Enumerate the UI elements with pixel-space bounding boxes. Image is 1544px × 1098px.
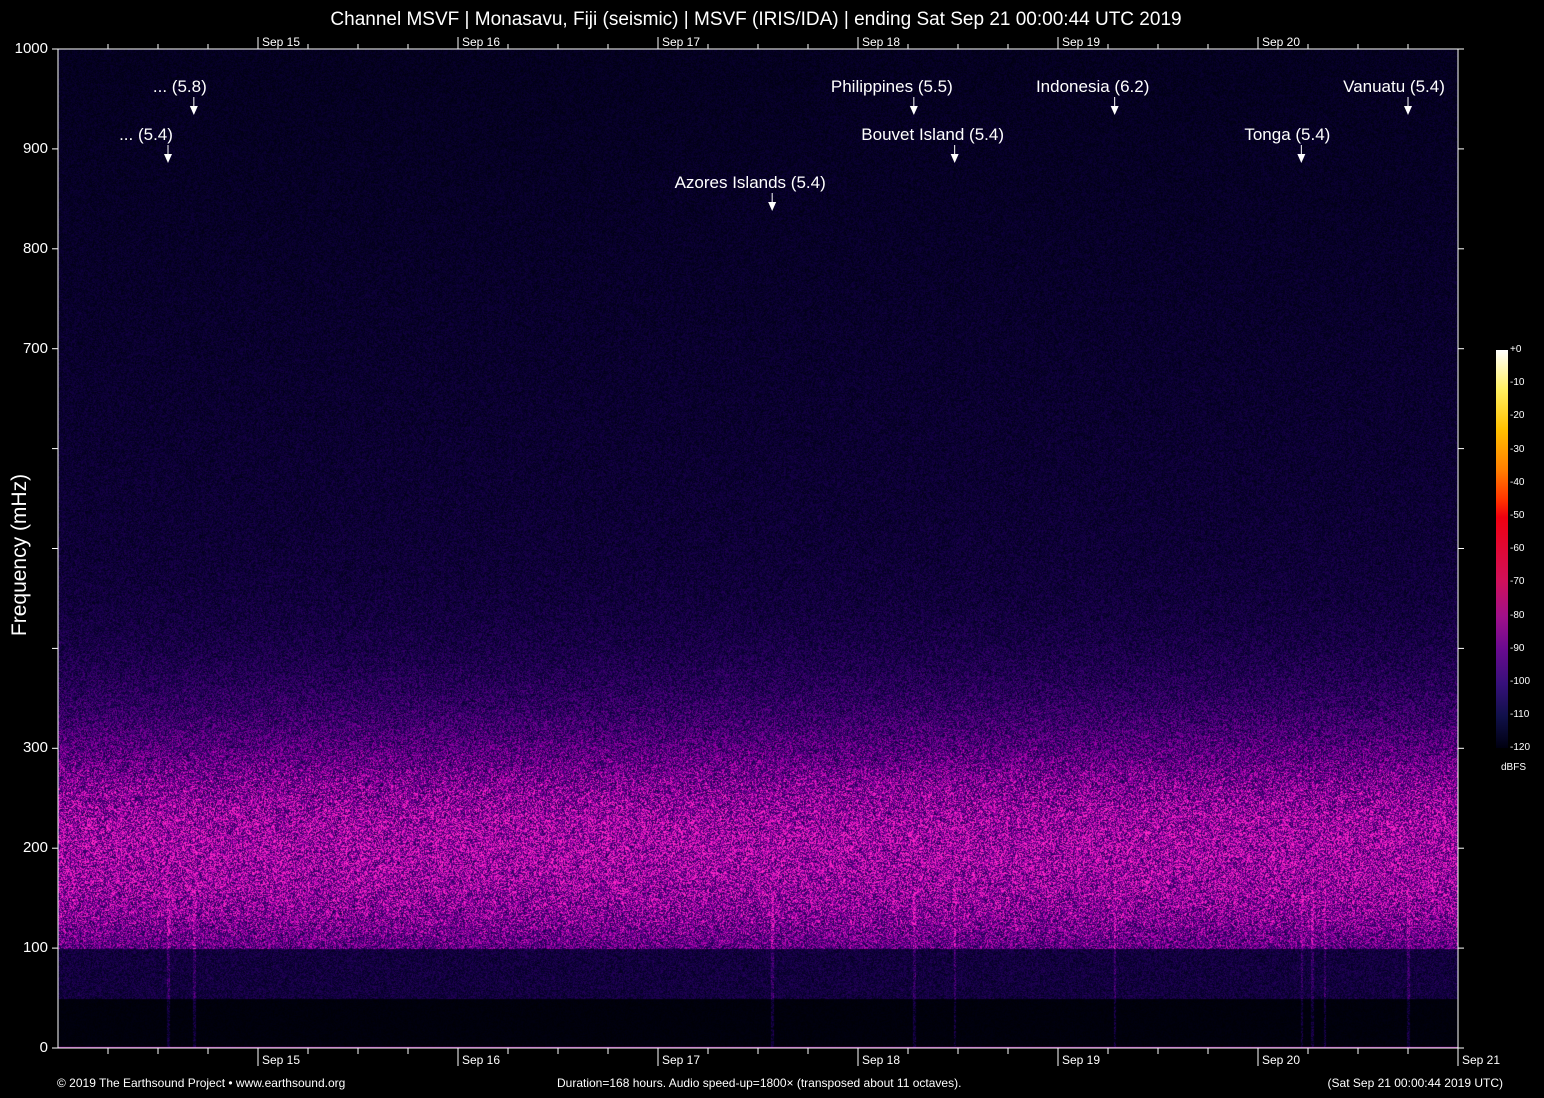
colorbar	[1496, 350, 1508, 748]
y-tick-label: 0	[40, 1039, 48, 1056]
colorbar-tick-label: -50	[1510, 510, 1524, 521]
y-tick-label: 1000	[15, 40, 48, 57]
event-label: Azores Islands (5.4)	[675, 173, 826, 193]
event-arrow-icon	[164, 154, 172, 163]
colorbar-unit: dBFS	[1501, 762, 1526, 773]
y-tick-label: 800	[23, 240, 48, 257]
colorbar-tick-label: -110	[1510, 709, 1529, 720]
colorbar-tick-label: -40	[1510, 477, 1524, 488]
x-tick-label: Sep 17	[662, 1053, 700, 1067]
colorbar-tick-label: -60	[1510, 543, 1524, 554]
x-tick-label: Sep 16	[462, 1053, 500, 1067]
event-label: Indonesia (6.2)	[1036, 77, 1149, 97]
x-tick-label-top: Sep 16	[462, 35, 500, 49]
event-arrow-icon	[951, 154, 959, 163]
y-tick-label: 200	[23, 839, 48, 856]
colorbar-tick-label: -80	[1510, 610, 1524, 621]
x-tick-label-top: Sep 18	[862, 35, 900, 49]
colorbar-tick-label: -70	[1510, 576, 1524, 587]
colorbar-tick-label: -100	[1510, 676, 1530, 687]
event-label: Vanuatu (5.4)	[1343, 77, 1445, 97]
y-tick-label: 100	[23, 939, 48, 956]
y-axis-label: Frequency (mHz)	[8, 465, 32, 645]
event-label: ... (5.8)	[153, 77, 207, 97]
event-label: Tonga (5.4)	[1244, 125, 1330, 145]
x-tick-label-top: Sep 19	[1062, 35, 1100, 49]
axes	[0, 0, 1544, 1098]
colorbar-tick-label: -20	[1510, 410, 1524, 421]
x-tick-label: Sep 20	[1262, 1053, 1300, 1067]
y-tick-label: 700	[23, 340, 48, 357]
x-tick-label: Sep 18	[862, 1053, 900, 1067]
event-arrow-icon	[1404, 106, 1412, 115]
event-arrow-icon	[190, 106, 198, 115]
event-label: Bouvet Island (5.4)	[861, 125, 1004, 145]
colorbar-tick-label: -10	[1510, 377, 1524, 388]
x-tick-label: Sep 19	[1062, 1053, 1100, 1067]
footer-timestamp: (Sat Sep 21 00:00:44 2019 UTC)	[1328, 1076, 1503, 1090]
footer-copyright: © 2019 The Earthsound Project • www.eart…	[57, 1076, 345, 1090]
x-tick-label: Sep 15	[262, 1053, 300, 1067]
colorbar-tick-label: -30	[1510, 444, 1524, 455]
footer-duration: Duration=168 hours. Audio speed-up=1800×…	[557, 1076, 961, 1090]
x-tick-label-top: Sep 17	[662, 35, 700, 49]
colorbar-tick-label: -90	[1510, 643, 1524, 654]
x-tick-label-top: Sep 20	[1262, 35, 1300, 49]
colorbar-tick-label: +0	[1510, 344, 1521, 355]
x-tick-label: Sep 21	[1462, 1053, 1500, 1067]
y-tick-label: 300	[23, 739, 48, 756]
event-label: Philippines (5.5)	[831, 77, 953, 97]
y-tick-label: 900	[23, 140, 48, 157]
event-arrow-icon	[768, 202, 776, 211]
event-arrow-icon	[910, 106, 918, 115]
x-tick-label-top: Sep 15	[262, 35, 300, 49]
event-arrow-icon	[1111, 106, 1119, 115]
event-arrow-icon	[1297, 154, 1305, 163]
event-label: ... (5.4)	[119, 125, 173, 145]
colorbar-tick-label: -120	[1510, 742, 1530, 753]
